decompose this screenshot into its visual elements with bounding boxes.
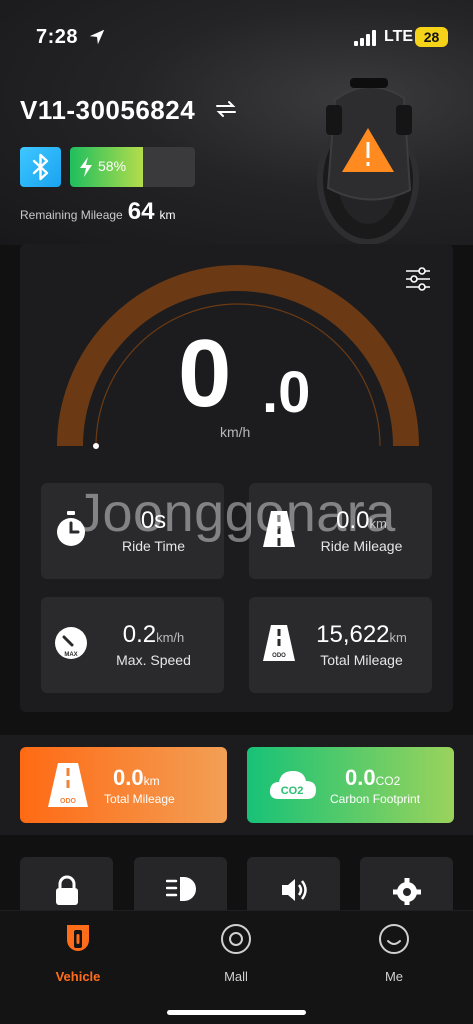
vehicle-settings-button[interactable] xyxy=(360,857,453,917)
charge-bolt-icon xyxy=(80,157,92,177)
vehicle-icon xyxy=(67,925,89,951)
carbon-label: Carbon Footprint xyxy=(330,792,421,806)
max-speed-card: MAX 0.2km/h Max. Speed xyxy=(41,597,224,693)
speed-unit: km/h xyxy=(220,424,251,440)
gauge-indicator-dot xyxy=(93,443,99,449)
total-mileage-label: Total Mileage xyxy=(320,652,403,668)
carbon-footprint-card[interactable]: CO2 0.0CO2 Carbon Footprint xyxy=(247,747,454,823)
settings-gear-icon xyxy=(393,878,421,905)
lock-icon xyxy=(56,875,78,905)
co2-cloud-icon: CO2 xyxy=(269,771,316,799)
remaining-mileage: Remaining Mileage 64 km xyxy=(20,198,175,226)
status-time: 7:28 xyxy=(36,26,79,48)
total-mileage-unit: km xyxy=(389,630,407,645)
ride-mileage-unit: km xyxy=(369,516,387,531)
horn-button[interactable] xyxy=(247,857,340,917)
switch-device-icon[interactable] xyxy=(215,98,237,120)
remaining-value: 64 xyxy=(127,198,155,225)
ride-time-card: 0s Ride Time xyxy=(41,483,224,579)
speed-decimal: .0 xyxy=(262,360,311,425)
unicycle-image xyxy=(317,78,419,245)
ride-mileage-label: Ride Mileage xyxy=(320,538,403,554)
remaining-unit: km xyxy=(159,208,176,222)
home-indicator xyxy=(167,1010,306,1015)
headlight-icon xyxy=(166,877,196,901)
dashboard-card: 0 .0 km/h 0s Ride Time 0.0km Ride Mileag… xyxy=(20,244,453,712)
signal-icon xyxy=(354,30,376,46)
mall-icon xyxy=(221,924,251,954)
speaker-icon xyxy=(282,879,307,901)
tab-me-label: Me xyxy=(384,969,404,984)
total-mileage-card: ODO 15,622km Total Mileage xyxy=(249,597,432,693)
tab-vehicle[interactable]: Vehicle xyxy=(18,922,138,984)
summary-mileage-value: 0.0 xyxy=(113,765,144,790)
location-arrow-icon xyxy=(89,29,105,45)
bluetooth-button[interactable] xyxy=(20,147,61,187)
carbon-value: 0.0 xyxy=(345,765,376,790)
ride-time-value: 0s xyxy=(140,507,167,534)
vehicle-battery-bar: 58% xyxy=(70,147,195,187)
bluetooth-icon xyxy=(32,153,49,181)
tab-mall-label: Mall xyxy=(224,969,248,984)
remaining-label: Remaining Mileage xyxy=(20,208,123,222)
summary-mileage-label: Total Mileage xyxy=(104,792,175,806)
odo-road-icon: ODO xyxy=(48,763,88,807)
ride-mileage-card: 0.0km Ride Mileage xyxy=(249,483,432,579)
me-icon xyxy=(379,924,409,954)
max-speed-unit: km/h xyxy=(156,630,185,645)
tab-mall[interactable]: Mall xyxy=(176,922,296,984)
tab-me[interactable]: Me xyxy=(334,922,454,984)
headlight-button[interactable] xyxy=(134,857,227,917)
ride-mileage-value: 0.0 xyxy=(336,507,370,534)
lock-button[interactable] xyxy=(20,857,113,917)
ride-time-label: Ride Time xyxy=(121,538,186,554)
phone-battery: 28 xyxy=(415,27,448,47)
status-bar: 7:28 LTE 28 xyxy=(0,0,473,70)
tab-vehicle-label: Vehicle xyxy=(55,969,101,984)
device-name[interactable]: V11-30056824 xyxy=(20,95,195,126)
summary-odo-badge: ODO xyxy=(60,798,77,805)
max-speed-value: 0.2 xyxy=(122,621,157,648)
summary-mileage-unit: km xyxy=(143,774,160,788)
total-mileage-value: 15,622 xyxy=(316,621,390,648)
network-type: LTE xyxy=(384,28,414,45)
speed-integer: 0 xyxy=(178,320,232,427)
battery-percent: 58% xyxy=(98,158,127,174)
max-speed-label: Max. Speed xyxy=(116,652,191,668)
carbon-unit: CO2 xyxy=(375,774,401,788)
total-mileage-summary-card[interactable]: ODO 0.0km Total Mileage xyxy=(20,747,227,823)
co2-badge: CO2 xyxy=(281,785,304,797)
